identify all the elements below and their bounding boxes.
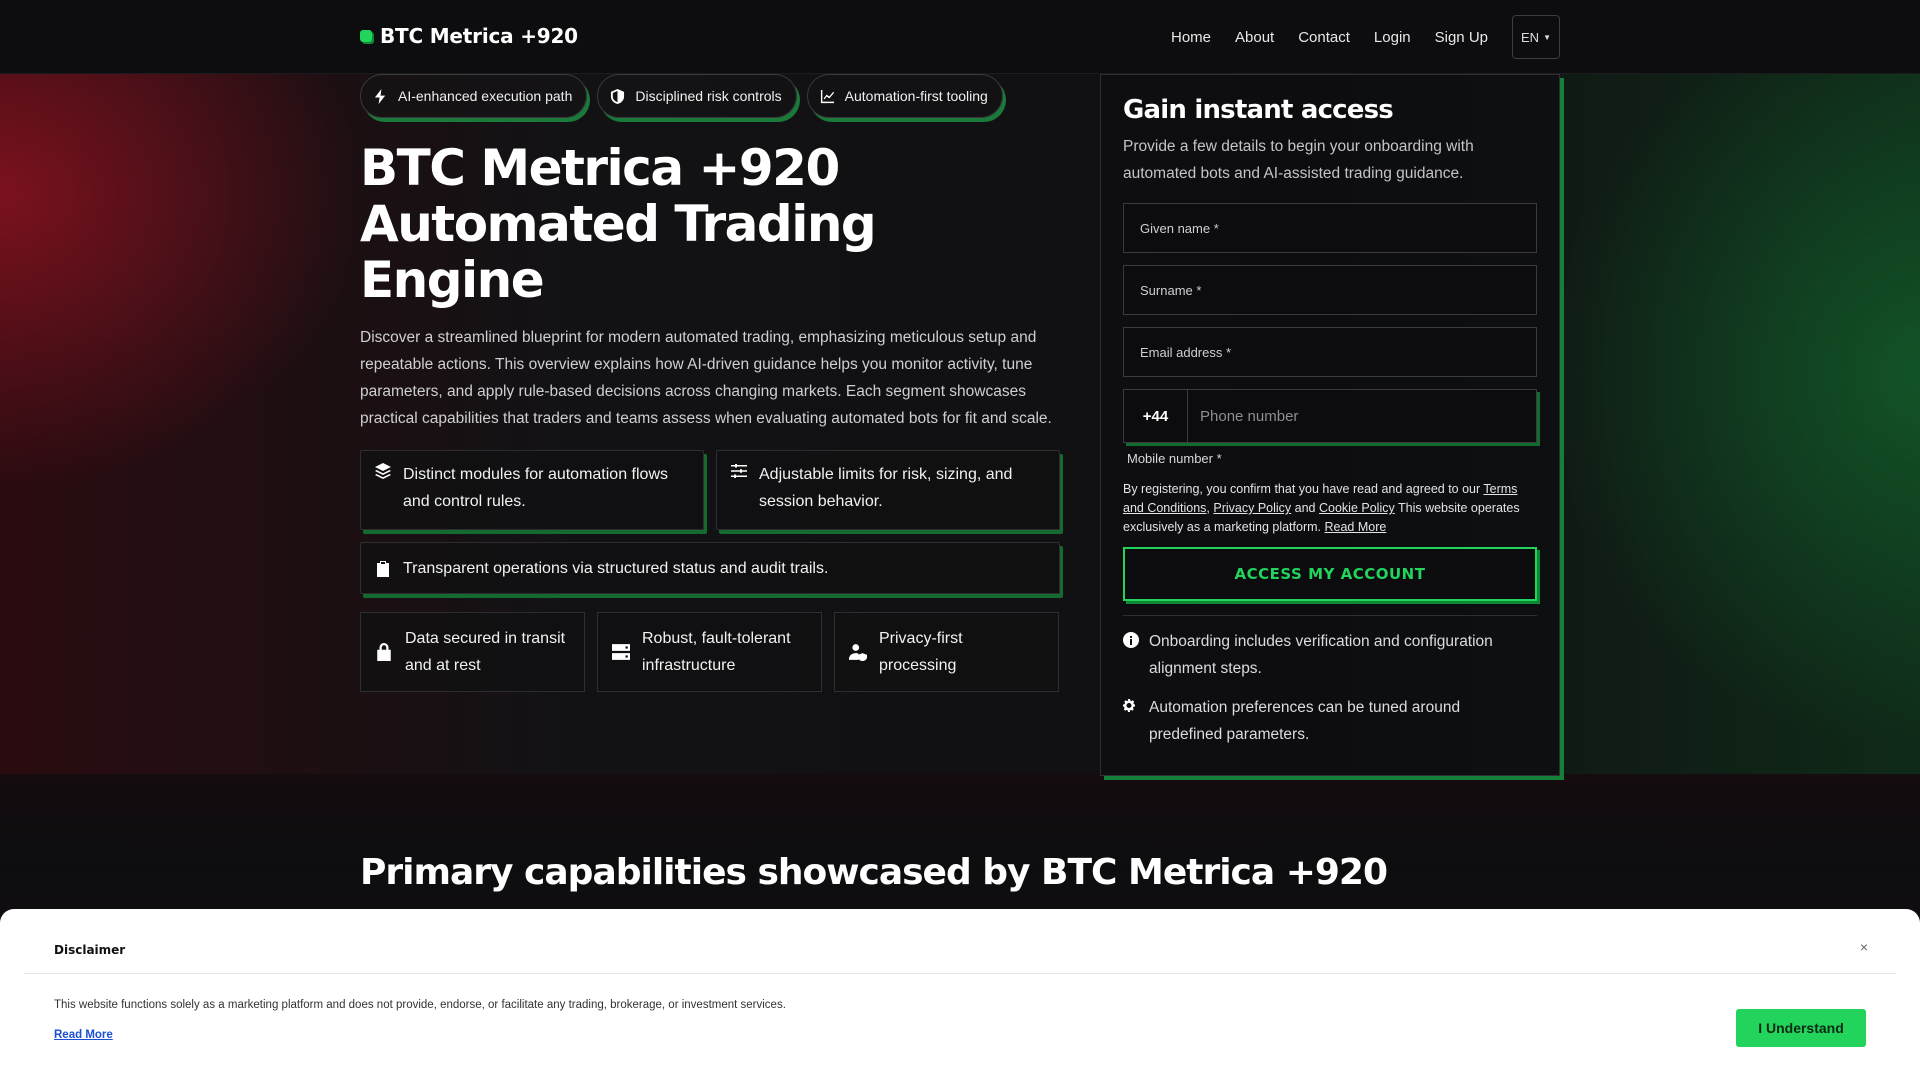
note-onboarding: Onboarding includes verification and con… xyxy=(1123,628,1537,682)
close-icon[interactable]: × xyxy=(1860,939,1868,955)
surname-field[interactable]: Surname * xyxy=(1123,265,1537,315)
form-title: Gain instant access xyxy=(1123,95,1394,125)
nav-home[interactable]: Home xyxy=(1171,29,1211,46)
clipboard-check-icon xyxy=(377,561,389,577)
trust-row: Data secured in transit and at rest Robu… xyxy=(360,612,1064,692)
trend-chart-icon xyxy=(820,89,834,103)
feature-text: Distinct modules for automation flows an… xyxy=(403,466,668,510)
nav-about[interactable]: About xyxy=(1235,29,1274,46)
top-nav: BTC Metrica +920 Home About Contact Logi… xyxy=(0,0,1920,74)
brand-name: BTC Metrica +920 xyxy=(380,24,578,48)
note-text: Automation preferences can be tuned arou… xyxy=(1149,699,1461,743)
chip-label: AI-enhanced execution path xyxy=(398,88,573,104)
disclaimer-read-more-link[interactable]: Read More xyxy=(54,1029,113,1041)
chip-label: Automation-first tooling xyxy=(844,88,988,104)
shield-icon xyxy=(611,88,625,104)
divider xyxy=(1123,615,1537,616)
chip-label: Disciplined risk controls xyxy=(635,88,782,104)
feature-limits: Adjustable limits for risk, sizing, and … xyxy=(716,450,1060,530)
disclaimer-banner: Disclaimer × This website functions sole… xyxy=(0,909,1920,1080)
disclaimer-title: Disclaimer xyxy=(54,943,126,957)
lightning-icon xyxy=(374,88,386,104)
chip-row: AI-enhanced execution path Disciplined r… xyxy=(360,74,1064,118)
cookie-link[interactable]: Cookie Policy xyxy=(1319,501,1395,515)
phone-field: +44 Phone number xyxy=(1123,389,1537,443)
form-subtitle: Provide a few details to begin your onbo… xyxy=(1123,138,1474,182)
brand-mark-icon xyxy=(360,30,372,42)
nav-links: Home About Contact Login Sign Up EN ▼ xyxy=(1171,15,1560,59)
trust-text: Robust, fault-tolerant infrastructure xyxy=(642,630,791,674)
lock-icon xyxy=(377,643,391,661)
signup-card: Gain instant access Provide a few detail… xyxy=(1100,74,1560,776)
legal-and: and xyxy=(1294,501,1316,515)
chevron-down-icon: ▼ xyxy=(1543,32,1551,42)
phone-country-code[interactable]: +44 xyxy=(1124,390,1188,442)
layers-icon xyxy=(375,463,391,479)
feature-modules: Distinct modules for automation flows an… xyxy=(360,450,704,530)
gears-icon xyxy=(1123,699,1135,712)
note-automation: Automation preferences can be tuned arou… xyxy=(1123,694,1537,748)
feature-text: Adjustable limits for risk, sizing, and … xyxy=(759,466,1013,510)
legal-text: By registering, you confirm that you hav… xyxy=(1123,480,1537,537)
nav-contact[interactable]: Contact xyxy=(1298,29,1350,46)
legal-prefix: By registering, you confirm that you hav… xyxy=(1123,482,1481,496)
feature-text: Transparent operations via structured st… xyxy=(403,559,829,577)
capabilities-title: Primary capabilities showcased by BTC Me… xyxy=(360,852,1388,893)
hero-description: Discover a streamlined blueprint for mod… xyxy=(360,329,1052,427)
info-icon xyxy=(1123,632,1139,648)
trust-infrastructure: Robust, fault-tolerant infrastructure xyxy=(597,612,822,692)
phone-input[interactable]: Phone number xyxy=(1188,390,1536,442)
chip-risk-controls: Disciplined risk controls xyxy=(597,74,797,118)
trust-text: Data secured in transit and at rest xyxy=(405,630,566,674)
nav-signup[interactable]: Sign Up xyxy=(1435,29,1488,46)
page-title: BTC Metrica +920 Automated Trading Engin… xyxy=(360,139,877,309)
chip-automation-tooling: Automation-first tooling xyxy=(806,74,1003,118)
brand-logo[interactable]: BTC Metrica +920 xyxy=(360,24,578,48)
email-field[interactable]: Email address * xyxy=(1123,327,1537,377)
note-text: Onboarding includes verification and con… xyxy=(1149,633,1493,677)
phone-label: Mobile number * xyxy=(1127,451,1222,466)
hero-content: AI-enhanced execution path Disciplined r… xyxy=(360,74,1064,692)
trust-privacy: Privacy-first processing xyxy=(834,612,1059,692)
given-name-field[interactable]: Given name * xyxy=(1123,203,1537,253)
divider xyxy=(24,973,1896,974)
access-account-button[interactable]: ACCESS MY ACCOUNT xyxy=(1123,547,1537,601)
read-more-link[interactable]: Read More xyxy=(1324,520,1386,534)
user-shield-icon xyxy=(849,644,867,661)
understand-button[interactable]: I Understand xyxy=(1736,1009,1866,1047)
privacy-link[interactable]: Privacy Policy xyxy=(1213,501,1291,515)
chip-ai-execution: AI-enhanced execution path xyxy=(360,74,588,118)
disclaimer-text: This website functions solely as a marke… xyxy=(54,999,786,1011)
server-icon xyxy=(612,644,630,660)
trust-text: Privacy-first processing xyxy=(879,630,963,674)
legal-sep: , xyxy=(1206,501,1210,515)
trust-security: Data secured in transit and at rest xyxy=(360,612,585,692)
language-selector[interactable]: EN ▼ xyxy=(1512,15,1560,59)
nav-login[interactable]: Login xyxy=(1374,29,1411,46)
language-value: EN xyxy=(1521,29,1540,45)
sliders-icon xyxy=(731,464,747,478)
feature-row: Distinct modules for automation flows an… xyxy=(360,450,1064,530)
feature-transparency: Transparent operations via structured st… xyxy=(360,542,1060,594)
